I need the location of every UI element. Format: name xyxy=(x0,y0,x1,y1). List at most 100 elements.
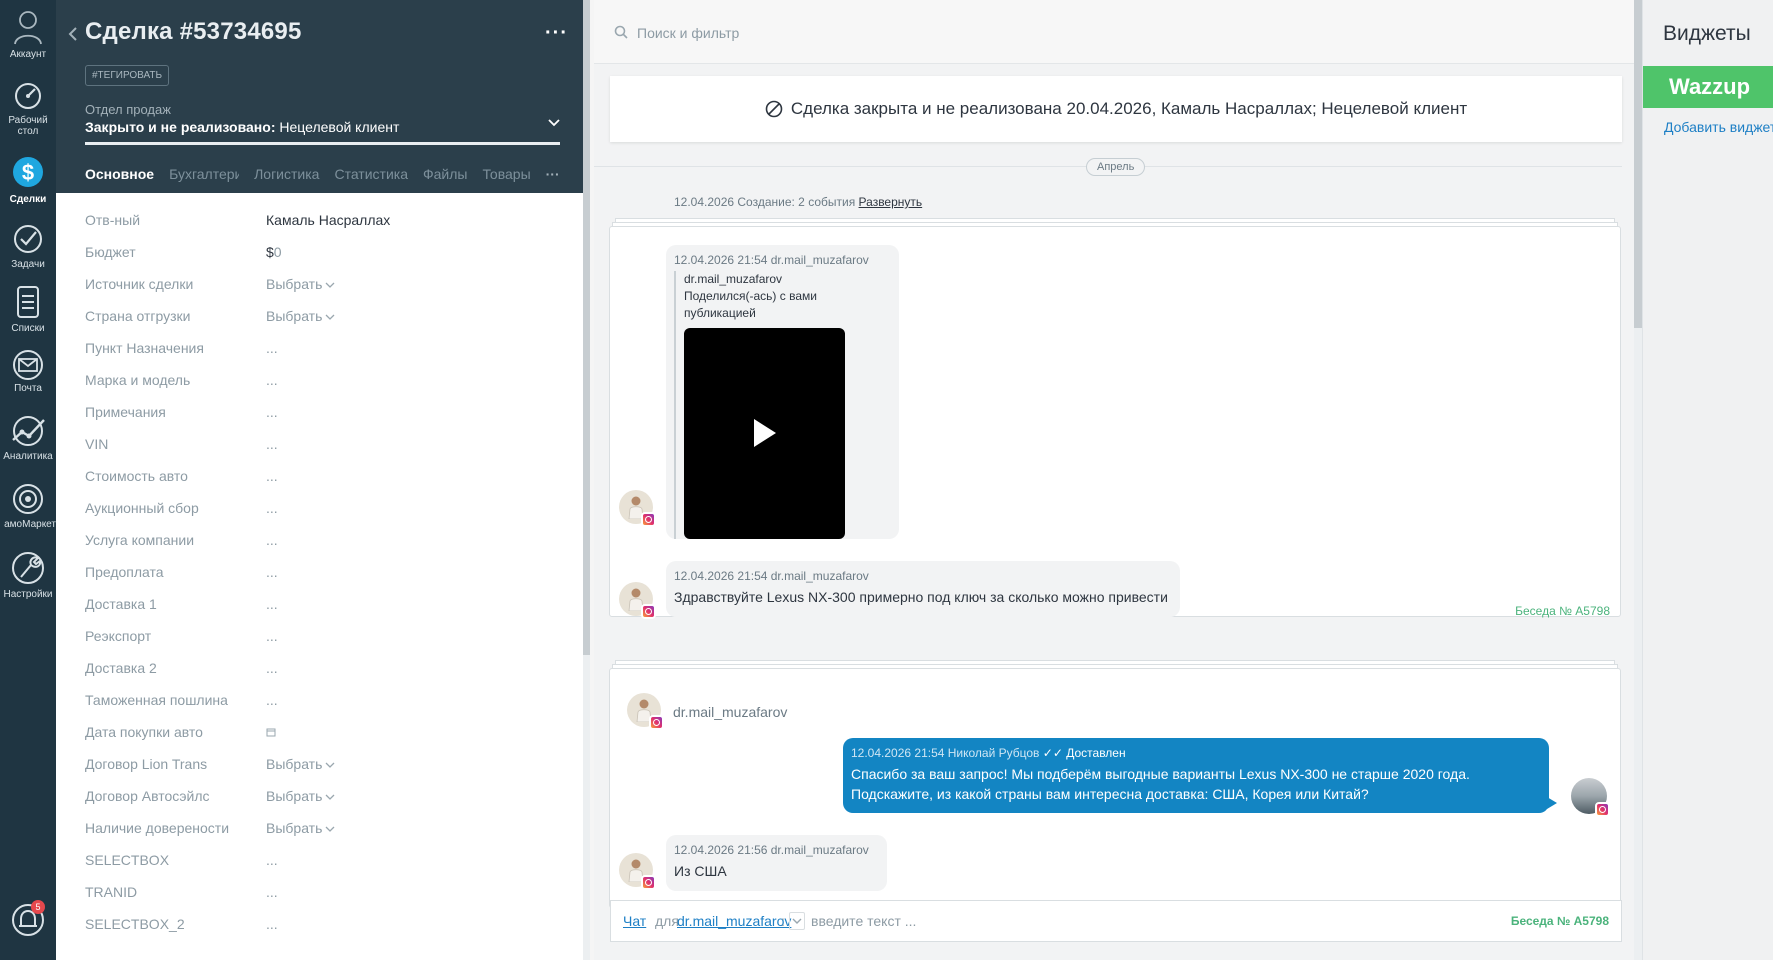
tabs-more-button[interactable]: ··· xyxy=(546,166,560,186)
contact-avatar[interactable] xyxy=(619,490,656,527)
field-label: Наличие доверености xyxy=(85,820,230,836)
tab-logistics[interactable]: Логистика xyxy=(254,166,319,186)
tab-accounting[interactable]: Бухгалтерия xyxy=(169,166,239,186)
field-row: Таможенная пошлина... xyxy=(85,692,565,724)
deal-menu-button[interactable]: ··· xyxy=(545,22,568,45)
feed-scrollbar-thumb[interactable] xyxy=(1634,0,1642,328)
field-select[interactable]: Выбрать xyxy=(266,308,335,324)
nav-market-label: амоМаркет xyxy=(4,519,56,530)
recipient-link[interactable]: dr.mail_muzafarov xyxy=(677,913,791,929)
video-thumbnail[interactable] xyxy=(684,328,845,539)
agent-avatar[interactable] xyxy=(1571,778,1610,817)
field-value[interactable]: ... xyxy=(266,468,278,484)
field-value[interactable]: ... xyxy=(266,340,278,356)
contact-avatar[interactable] xyxy=(619,853,656,890)
field-row: Аукционный сбор... xyxy=(85,500,565,532)
nav-lists[interactable]: Списки xyxy=(0,284,56,334)
closed-banner-text: Сделка закрыта и не реализована 20.04.20… xyxy=(790,99,1468,118)
field-label: Марка и модель xyxy=(85,372,191,388)
back-arrow-icon[interactable] xyxy=(66,26,80,42)
message-input[interactable]: введите текст ... xyxy=(811,913,916,929)
thread-contact-name[interactable]: dr.mail_muzafarov xyxy=(673,704,787,720)
status-bold: Закрыто и не реализовано: xyxy=(85,119,276,135)
field-value[interactable]: $0 xyxy=(266,244,282,260)
field-value[interactable]: ... xyxy=(266,660,278,676)
field-value[interactable]: ... xyxy=(266,692,278,708)
nav-mail[interactable]: Почта xyxy=(0,350,56,394)
chevron-down-icon xyxy=(325,762,335,769)
nav-dashboard[interactable]: Рабочий стол xyxy=(0,80,56,137)
card-scrollbar-track[interactable] xyxy=(583,655,590,960)
field-row: Дата покупки авто xyxy=(85,724,565,756)
pipeline-status-select[interactable]: Закрыто и не реализовано: Нецелевой клие… xyxy=(85,119,399,135)
expand-link[interactable]: Развернуть xyxy=(859,195,923,209)
nav-account[interactable]: Аккаунт xyxy=(0,8,56,60)
field-label: Услуга компании xyxy=(85,532,195,548)
message-bubble-shared-post: 12.04.2026 21:54 dr.mail_muzafarov dr.ma… xyxy=(666,245,899,539)
field-row: Договор Автосэйлс Выбрать xyxy=(85,788,565,820)
tab-products[interactable]: Товары xyxy=(482,166,530,186)
conversation-link[interactable]: Беседа № A5798 xyxy=(1515,604,1610,618)
tab-main[interactable]: Основное xyxy=(85,166,154,186)
tab-files[interactable]: Файлы xyxy=(423,166,467,186)
field-value[interactable]: ... xyxy=(266,852,278,868)
field-label: Стоимость авто xyxy=(85,468,188,484)
field-value[interactable]: ... xyxy=(266,500,278,516)
recipient-dropdown[interactable] xyxy=(789,912,805,930)
contact-avatar[interactable] xyxy=(627,693,664,730)
chat-type-link[interactable]: Чат xyxy=(623,913,646,929)
field-label: Доставка 2 xyxy=(85,660,157,676)
field-value[interactable]: ... xyxy=(266,372,278,388)
field-date[interactable] xyxy=(266,724,276,740)
add-widget-link[interactable]: Добавить виджет xyxy=(1664,119,1773,135)
search-bar[interactable]: Поиск и фильтр xyxy=(594,0,1634,64)
conversation-thread-1: 12.04.2026 21:54 dr.mail_muzafarov dr.ma… xyxy=(609,226,1621,619)
field-value-text: Камаль Насраллах xyxy=(266,212,391,228)
nav-tasks[interactable]: Задачи xyxy=(0,222,56,270)
field-value[interactable]: ... xyxy=(266,404,278,420)
field-value[interactable]: ... xyxy=(266,564,278,580)
field-select[interactable]: Выбрать xyxy=(266,756,335,772)
deal-card: Сделка #53734695 ··· #ТЕГИРОВАТЬ Отдел п… xyxy=(56,0,590,960)
outgoing-text-line2: Подскажите, из какой страны вам интересн… xyxy=(851,786,1369,802)
field-row: Доставка 2... xyxy=(85,660,565,692)
field-value[interactable]: ... xyxy=(266,596,278,612)
nav-settings[interactable]: Настройки xyxy=(0,550,56,600)
field-value[interactable]: Камаль Насраллах xyxy=(266,212,390,228)
field-value[interactable]: ... xyxy=(266,916,278,932)
nav-notifications[interactable]: 5 xyxy=(0,900,56,943)
field-row: Реэкспорт... xyxy=(85,628,565,660)
field-select[interactable]: Выбрать xyxy=(266,276,335,292)
shared-post-quote: dr.mail_muzafarov Поделился(-ась) с вами… xyxy=(674,271,891,539)
field-select[interactable]: Выбрать xyxy=(266,788,335,804)
field-value-text: ... xyxy=(266,884,278,900)
chevron-down-icon[interactable] xyxy=(548,118,560,128)
tab-statistics[interactable]: Статистика xyxy=(334,166,408,186)
field-label: Договор Автосэйлс xyxy=(85,788,210,804)
field-row: Наличие доверености Выбрать xyxy=(85,820,565,852)
feed-panel: Поиск и фильтр Сделка закрыта и не реали… xyxy=(594,0,1642,960)
field-row: Пункт Назначения... xyxy=(85,340,565,372)
contact-avatar[interactable] xyxy=(619,582,656,619)
nav-market[interactable]: амоМаркет xyxy=(0,482,56,530)
field-value[interactable]: ... xyxy=(266,436,278,452)
field-select[interactable]: Выбрать xyxy=(266,820,335,836)
tag-button[interactable]: #ТЕГИРОВАТЬ xyxy=(85,65,170,86)
field-row: SELECTBOX... xyxy=(85,852,565,884)
nav-deals[interactable]: $ Сделки xyxy=(0,153,56,205)
nav-analytics[interactable]: Аналитика xyxy=(0,414,56,462)
widgets-title: Виджеты xyxy=(1663,22,1751,45)
search-input[interactable]: Поиск и фильтр xyxy=(637,25,739,41)
field-row: Примечания... xyxy=(85,404,565,436)
pipeline-label: Отдел продаж xyxy=(85,102,171,117)
field-value[interactable]: ... xyxy=(266,884,278,900)
deals-icon: $ xyxy=(13,157,43,187)
field-value[interactable]: ... xyxy=(266,532,278,548)
conversation-link[interactable]: Беседа № A5798 xyxy=(1511,914,1609,928)
deal-title[interactable]: Сделка #53734695 xyxy=(85,18,302,46)
nav-mail-label: Почта xyxy=(14,383,42,394)
wazzup-widget[interactable]: Wazzup xyxy=(1643,66,1773,108)
field-value[interactable]: ... xyxy=(266,628,278,644)
settings-icon xyxy=(12,552,44,584)
card-scrollbar-thumb[interactable] xyxy=(583,0,590,655)
